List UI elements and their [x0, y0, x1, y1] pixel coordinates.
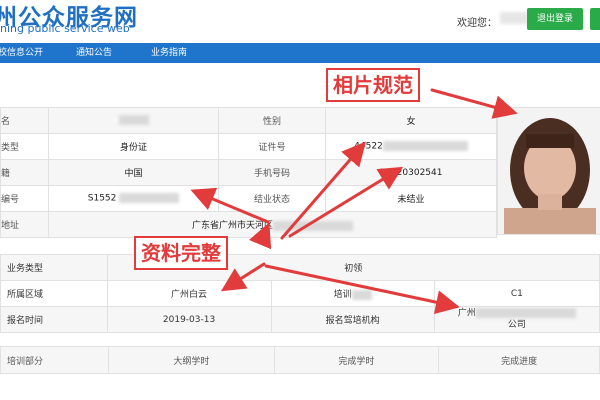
info-arrow-phone: [288, 166, 404, 238]
info-arrow-serial: [190, 187, 270, 224]
annotation-arrows: [190, 88, 518, 314]
info-arrow-school: [264, 264, 460, 314]
info-arrow-region: [220, 262, 266, 292]
info-arrow-address: [249, 222, 272, 250]
photo-callout: 相片规范: [326, 68, 420, 102]
photo-arrow: [430, 88, 518, 119]
info-callout: 资料完整: [134, 236, 228, 270]
info-arrow-id: [280, 141, 366, 240]
